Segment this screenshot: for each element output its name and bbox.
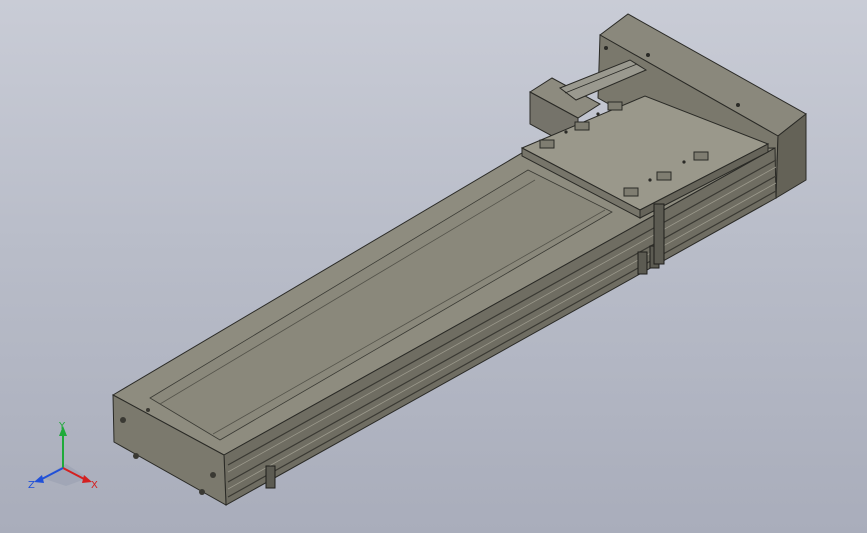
mount-hole xyxy=(693,151,709,161)
front-face-screw xyxy=(133,453,139,459)
z-axis-label: Z xyxy=(28,480,35,491)
mount-hole xyxy=(656,171,672,181)
end-block-screw xyxy=(736,103,740,107)
mount-dot xyxy=(596,112,600,116)
limit-sensor[interactable] xyxy=(265,465,276,489)
mount-hole xyxy=(623,187,639,197)
carriage-bracket xyxy=(653,203,665,265)
mount-hole xyxy=(539,139,555,149)
limit-sensor[interactable] xyxy=(637,251,648,275)
end-block-screw xyxy=(604,46,608,50)
mount-dot xyxy=(564,130,568,134)
mount-dot xyxy=(682,160,686,164)
mount-hole xyxy=(607,101,623,111)
cad-viewport[interactable]: Y X Z xyxy=(0,0,867,533)
y-axis-label: Y xyxy=(58,421,66,432)
front-face-screw xyxy=(210,472,216,478)
front-face-screw xyxy=(120,417,126,423)
front-face-screw xyxy=(146,408,150,412)
mount-dot xyxy=(648,178,652,182)
front-face-screw xyxy=(199,489,205,495)
rail-body[interactable] xyxy=(111,147,777,506)
z-axis-arrow-icon xyxy=(34,475,44,483)
actuator-model[interactable] xyxy=(0,0,867,533)
mount-hole xyxy=(574,121,590,131)
orientation-triad[interactable]: Y X Z xyxy=(26,420,106,500)
x-axis-label: X xyxy=(91,480,98,491)
end-block-screw xyxy=(646,53,650,57)
